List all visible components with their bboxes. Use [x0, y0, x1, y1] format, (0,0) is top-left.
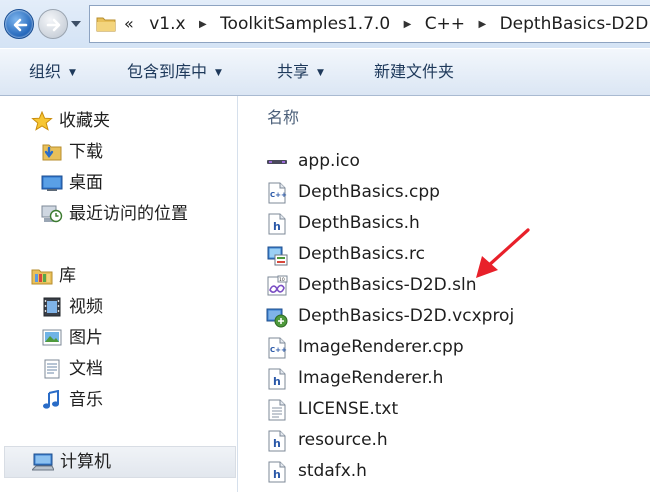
h-file-icon: h	[268, 430, 286, 452]
nav-item-label: 计算机	[60, 452, 111, 472]
breadcrumb-item[interactable]: C++	[425, 6, 465, 42]
file-name: DepthBasics.cpp	[298, 182, 440, 202]
breadcrumb-item[interactable]: ToolkitSamples1.7.0	[220, 6, 390, 42]
nav-item-label: 最近访问的位置	[69, 204, 188, 224]
svg-text:h: h	[273, 437, 281, 450]
nav-item-label: 下载	[69, 142, 103, 162]
file-name: DepthBasics.rc	[298, 244, 426, 264]
videos-icon	[43, 297, 61, 317]
nav-item-documents[interactable]: 文档	[41, 354, 231, 384]
nav-item-favorites[interactable]: 收藏夹	[31, 106, 231, 136]
nav-item-label: 文档	[69, 359, 103, 379]
nav-item-label: 音乐	[69, 390, 103, 410]
documents-icon	[44, 359, 60, 379]
h-file-icon: h	[268, 368, 286, 390]
svg-text:h: h	[273, 375, 281, 388]
nav-item-label: 库	[59, 266, 76, 286]
computer-icon	[32, 453, 54, 471]
pictures-icon	[42, 329, 62, 346]
ico-file-icon	[267, 160, 287, 164]
nav-item-libraries[interactable]: 库	[31, 261, 231, 291]
file-name: LICENSE.txt	[298, 399, 399, 419]
svg-text:h: h	[273, 220, 281, 233]
h-file-icon: h	[268, 213, 286, 235]
file-name: DepthBasics-D2D.vcxproj	[298, 306, 515, 326]
file-name: resource.h	[298, 430, 388, 450]
nav-item-videos[interactable]: 视频	[41, 292, 231, 322]
annotation-arrow-icon	[476, 228, 530, 278]
file-list-pane: 名称 app.ico C++ DepthBasics.cpp h DepthBa…	[238, 96, 650, 492]
breadcrumb-separator-icon[interactable]: ▶	[478, 7, 486, 43]
recent-places-icon	[41, 205, 63, 223]
star-icon	[31, 111, 53, 131]
music-icon	[43, 390, 59, 409]
rc-file-icon	[267, 246, 288, 266]
nav-item-label: 桌面	[69, 173, 103, 193]
chevron-down-icon: ▼	[317, 68, 324, 78]
file-name: DepthBasics-D2D.sln	[298, 275, 477, 295]
svg-text:h: h	[273, 468, 281, 481]
organize-button[interactable]: 组织 ▼	[29, 49, 76, 95]
file-name: ImageRenderer.cpp	[298, 337, 464, 357]
back-arrow-icon	[13, 18, 28, 32]
share-label: 共享	[277, 62, 310, 81]
nav-item-label: 视频	[69, 297, 103, 317]
breadcrumb-item[interactable]: v1.x	[149, 6, 185, 42]
desktop-icon	[41, 175, 63, 191]
new-folder-button[interactable]: 新建文件夹	[374, 49, 454, 95]
chevron-down-icon: ▼	[69, 68, 76, 78]
folder-icon	[96, 17, 116, 32]
cpp-file-icon: C++	[268, 182, 287, 204]
downloads-folder-icon	[42, 144, 62, 161]
breadcrumb-item[interactable]: DepthBasics-D2D	[500, 6, 649, 42]
breadcrumb-separator-icon[interactable]: ▶	[404, 7, 412, 43]
h-file-icon: h	[268, 461, 286, 483]
file-name: DepthBasics.h	[298, 213, 420, 233]
sln-file-icon: 10	[267, 275, 288, 296]
share-button[interactable]: 共享 ▼	[277, 49, 324, 95]
forward-button[interactable]	[38, 9, 68, 39]
breadcrumb-overflow[interactable]: «	[124, 6, 134, 42]
chevron-down-icon: ▼	[215, 68, 222, 78]
vcxproj-file-icon	[266, 308, 288, 328]
file-name: app.ico	[298, 151, 360, 171]
cpp-file-icon: C++	[268, 337, 287, 359]
libraries-icon	[31, 269, 53, 285]
nav-item-recent-places[interactable]: 最近访问的位置	[41, 199, 231, 229]
nav-item-pictures[interactable]: 图片	[41, 323, 231, 353]
txt-file-icon	[268, 399, 286, 421]
command-toolbar: 组织 ▼ 包含到库中 ▼ 共享 ▼ 新建文件夹	[0, 48, 650, 96]
organize-label: 组织	[29, 62, 62, 81]
include-in-library-label: 包含到库中	[127, 62, 208, 81]
file-name: ImageRenderer.h	[298, 368, 444, 388]
nav-item-downloads[interactable]: 下载	[41, 137, 231, 167]
column-header-name[interactable]: 名称	[267, 104, 299, 128]
nav-item-music[interactable]: 音乐	[41, 385, 231, 415]
back-button[interactable]	[4, 9, 34, 39]
nav-item-desktop[interactable]: 桌面	[41, 168, 231, 198]
navigation-pane: 收藏夹 下载 桌面 最近访问的位置 库 视频 图片 文档 音乐 计算机	[0, 96, 238, 492]
forward-arrow-icon	[46, 18, 61, 32]
file-name: stdafx.h	[298, 461, 367, 481]
recent-pages-dropdown-icon[interactable]	[71, 21, 81, 27]
nav-item-computer[interactable]: 计算机	[4, 446, 236, 478]
new-folder-label: 新建文件夹	[374, 62, 455, 81]
svg-text:C++: C++	[270, 346, 287, 354]
address-path-box[interactable]: « v1.x ▶ ToolkitSamples1.7.0 ▶ C++ ▶ Dep…	[89, 5, 650, 43]
breadcrumb: « v1.x ▶ ToolkitSamples1.7.0 ▶ C++ ▶ Dep…	[124, 6, 648, 42]
nav-item-label: 图片	[69, 328, 103, 348]
nav-item-label: 收藏夹	[59, 111, 110, 131]
address-bar-area: « v1.x ▶ ToolkitSamples1.7.0 ▶ C++ ▶ Dep…	[0, 0, 650, 48]
svg-text:C++: C++	[270, 191, 287, 199]
include-in-library-button[interactable]: 包含到库中 ▼	[127, 49, 222, 95]
breadcrumb-separator-icon[interactable]: ▶	[199, 7, 207, 43]
svg-text:10: 10	[279, 277, 285, 283]
